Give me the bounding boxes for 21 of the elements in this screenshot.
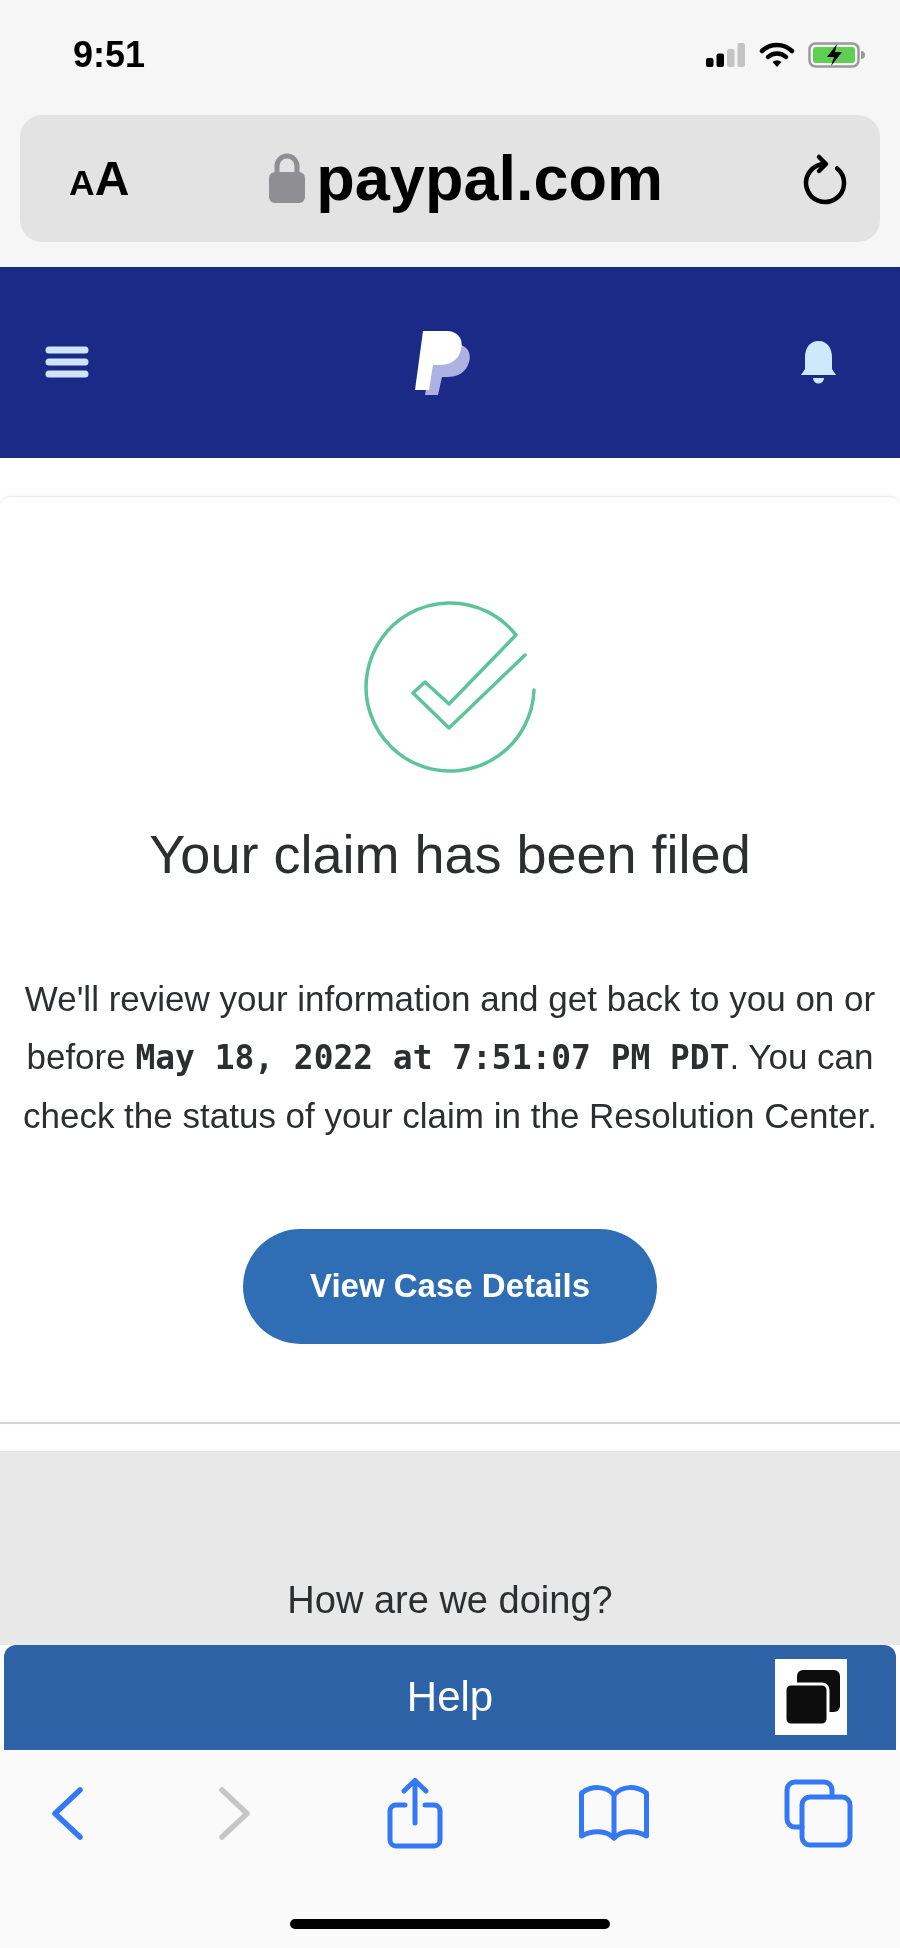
lock-icon [268, 152, 307, 205]
confirmation-title: Your claim has been filed [149, 823, 751, 886]
bell-icon[interactable] [799, 339, 838, 386]
logo-icon[interactable] [412, 329, 471, 396]
url-text: paypal.com [316, 143, 663, 214]
overlapping-squares-icon [775, 1659, 847, 1736]
feedback-question: How are we doing? [287, 1578, 613, 1623]
view-case-details-button[interactable]: View Case Details [243, 1229, 657, 1344]
tabs-icon[interactable] [784, 1778, 853, 1848]
confirmation-message: We'll review your information and get back to you on or before May 18, 2022 at 7:51:07 PM PDT. You can check the status of your claim in the Resolution Center. [21, 978, 879, 1137]
battery-icon [808, 42, 866, 68]
signal-icon [706, 43, 746, 67]
back-icon[interactable] [51, 1785, 84, 1841]
address-bar[interactable]: AA paypal.com [20, 115, 880, 242]
text-size-button[interactable]: AA [69, 154, 130, 203]
book-icon[interactable] [577, 1783, 650, 1844]
status-time: 9:51 [73, 37, 146, 73]
help-button[interactable]: Help [4, 1644, 896, 1751]
share-icon[interactable] [385, 1776, 444, 1850]
wifi-icon [759, 42, 795, 68]
menu-icon[interactable] [45, 346, 89, 379]
